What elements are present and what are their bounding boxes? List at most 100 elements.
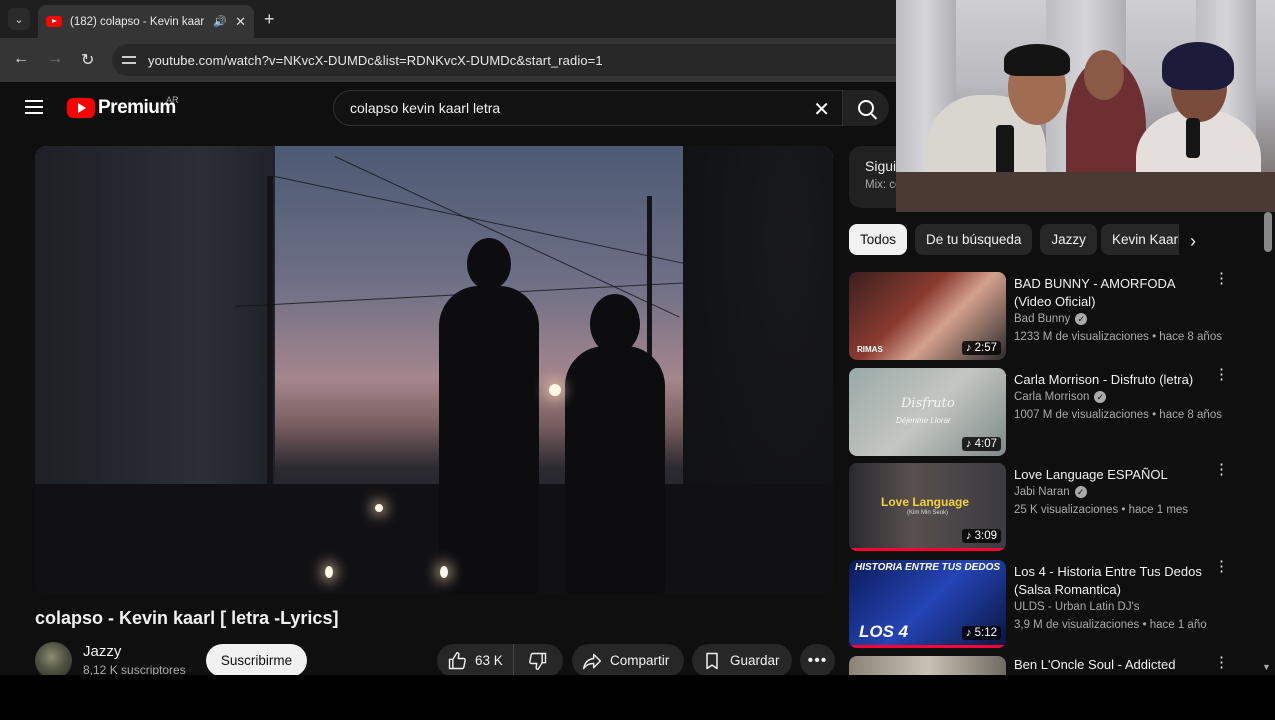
logo-text: Premium: [98, 97, 176, 118]
save-button[interactable]: Guardar: [692, 644, 792, 677]
like-count: 63 K: [475, 653, 503, 668]
url-omnibox[interactable]: youtube.com/watch?v=NKvcX-DUMDc&list=RDN…: [112, 44, 896, 76]
verified-check-icon: ✓: [1075, 313, 1088, 325]
youtube-play-logo-icon: [67, 98, 95, 118]
new-tab-plus-icon[interactable]: +: [264, 9, 275, 30]
dislike-button[interactable]: [514, 644, 548, 677]
cam-face: [1084, 50, 1124, 100]
recommendation-item[interactable]: Ben L'Oncle Soul - Addicted ⋮: [849, 656, 1265, 675]
hamburger-menu-icon[interactable]: [25, 100, 43, 114]
thumb-text: RIMAS: [857, 345, 883, 354]
like-dislike-group: 63 K: [437, 644, 563, 677]
duration-badge: ♪ 4:07: [961, 437, 1001, 451]
music-note-icon: ♪: [965, 627, 972, 639]
reload-icon[interactable]: ↻: [81, 50, 94, 70]
share-arrow-icon: [582, 653, 602, 669]
more-vertical-icon[interactable]: ⋮: [1214, 367, 1229, 382]
forward-arrow-icon[interactable]: →: [47, 50, 63, 68]
more-vertical-icon[interactable]: ⋮: [1214, 656, 1229, 670]
save-label: Guardar: [730, 653, 780, 668]
video-frame-silhouette-man: [439, 286, 539, 594]
thumb-subtext: LOS 4: [859, 622, 909, 641]
rec-title[interactable]: Los 4 - Historia Entre Tus Dedos (Salsa …: [1014, 563, 1212, 599]
video-thumbnail[interactable]: Love Language (Kim Min Seok) ♪ 3:09: [849, 463, 1006, 551]
chip-todos[interactable]: Todos: [849, 224, 908, 255]
chevron-right-icon[interactable]: ›: [1190, 231, 1196, 252]
rec-channel[interactable]: ULDS - Urban Latin DJ's: [1014, 601, 1140, 613]
watch-progress-bar: [849, 548, 1006, 551]
video-frame-silhouette-woman: [565, 346, 665, 594]
rec-meta: 25 K visualizaciones • hace 1 mes: [1014, 504, 1189, 516]
rec-meta: 1007 M de visualizaciones • hace 8 años: [1014, 409, 1222, 421]
browser-tab-active[interactable]: (182) colapso - Kevin kaarl [ 🔊 ✕: [38, 5, 254, 38]
video-frame-silhouette-head: [467, 238, 511, 290]
video-frame-light: [549, 384, 561, 396]
recommendation-item[interactable]: HISTORIA ENTRE TUS DEDOS LOS 4 ♪ 5:12 Los…: [849, 559, 1265, 650]
url-text[interactable]: youtube.com/watch?v=NKvcX-DUMDc&list=RDN…: [148, 53, 603, 68]
chip-jazzy[interactable]: Jazzy: [1040, 224, 1097, 255]
thumbs-down-icon: [528, 652, 546, 670]
clear-search-icon[interactable]: ✕: [813, 97, 830, 122]
chip-de-tu-busqueda[interactable]: De tu búsqueda: [915, 224, 1033, 255]
recommendation-item[interactable]: Love Language (Kim Min Seok) ♪ 3:09 Love …: [849, 462, 1265, 553]
verified-check-icon: ✓: [1074, 486, 1087, 498]
cam-hair: [1004, 44, 1070, 76]
rec-channel[interactable]: Bad Bunny ✓: [1014, 313, 1088, 325]
chip-kevin-kaarl[interactable]: Kevin Kaarl: [1101, 224, 1179, 255]
video-player[interactable]: [35, 146, 833, 594]
speaker-icon[interactable]: 🔊: [213, 15, 227, 28]
verified-check-icon: ✓: [1094, 391, 1107, 403]
video-thumbnail[interactable]: Disfruto Déjenme Llorar ♪ 4:07: [849, 368, 1006, 456]
site-info-icon[interactable]: [122, 54, 136, 66]
rec-title[interactable]: Ben L'Oncle Soul - Addicted: [1014, 656, 1212, 674]
thumb-text: Disfruto: [901, 396, 955, 411]
search-input[interactable]: [350, 100, 790, 116]
thumb-text: Love Language: [881, 495, 970, 509]
rec-title[interactable]: BAD BUNNY - AMORFODA (Video Oficial): [1014, 275, 1212, 311]
video-thumbnail[interactable]: [849, 656, 1006, 675]
cam-microphone: [1186, 118, 1200, 158]
thumb-text: HISTORIA ENTRE TUS DEDOS: [855, 562, 1001, 573]
rec-meta: 3,9 M de visualizaciones • hace 1 año: [1014, 619, 1207, 631]
video-frame-light: [440, 566, 448, 578]
video-thumbnail[interactable]: HISTORIA ENTRE TUS DEDOS LOS 4 ♪ 5:12: [849, 560, 1006, 648]
webcam-overlay: [896, 0, 1275, 212]
recommendation-item[interactable]: Disfruto Déjenme Llorar ♪ 4:07 Carla Morr…: [849, 367, 1265, 458]
duration-badge: ♪ 5:12: [961, 626, 1001, 640]
tab-search-chevron-icon[interactable]: ⌄: [8, 8, 30, 30]
duration-badge: ♪ 2:57: [961, 341, 1001, 355]
video-frame-ground: [35, 484, 833, 594]
more-horizontal-icon: •••: [807, 651, 828, 669]
channel-name[interactable]: Jazzy: [83, 643, 121, 660]
more-vertical-icon[interactable]: ⋮: [1214, 271, 1229, 286]
youtube-premium-logo[interactable]: Premium: [67, 97, 176, 119]
chip-clip-container: Kevin Kaarl: [1101, 224, 1179, 255]
rec-meta: 1233 M de visualizaciones • hace 8 años: [1014, 331, 1222, 343]
duration-badge: ♪ 3:09: [961, 529, 1001, 543]
tab-title: (182) colapso - Kevin kaarl [: [70, 15, 206, 28]
more-vertical-icon[interactable]: ⋮: [1214, 462, 1229, 477]
sidebar-scrollbar[interactable]: [1264, 212, 1272, 252]
more-actions-button[interactable]: •••: [800, 644, 835, 677]
share-label: Compartir: [610, 653, 670, 668]
back-arrow-icon[interactable]: ←: [13, 50, 29, 68]
rec-channel[interactable]: Carla Morrison ✓: [1014, 391, 1107, 403]
like-button[interactable]: 63 K: [437, 644, 514, 677]
video-frame-light: [375, 504, 383, 512]
thumb-subtext: (Kim Min Seok): [907, 510, 949, 516]
subscribe-button[interactable]: Suscribirme: [206, 644, 307, 677]
channel-avatar[interactable]: [35, 642, 72, 679]
search-icon: [858, 100, 874, 116]
more-vertical-icon[interactable]: ⋮: [1214, 559, 1229, 574]
rec-channel[interactable]: Jabi Naran ✓: [1014, 486, 1087, 498]
recommendation-item[interactable]: RIMAS ♪ 2:57 BAD BUNNY - AMORFODA (Video …: [849, 271, 1265, 362]
thumbs-up-icon: [448, 651, 466, 669]
rec-title[interactable]: Carla Morrison - Disfruto (letra): [1014, 371, 1212, 389]
search-button[interactable]: [843, 90, 889, 126]
bookmark-icon: [706, 652, 718, 669]
share-button[interactable]: Compartir: [572, 644, 684, 677]
music-note-icon: ♪: [965, 530, 972, 542]
video-thumbnail[interactable]: RIMAS ♪ 2:57: [849, 272, 1006, 360]
rec-title[interactable]: Love Language ESPAÑOL: [1014, 466, 1212, 484]
close-tab-icon[interactable]: ✕: [235, 14, 246, 30]
